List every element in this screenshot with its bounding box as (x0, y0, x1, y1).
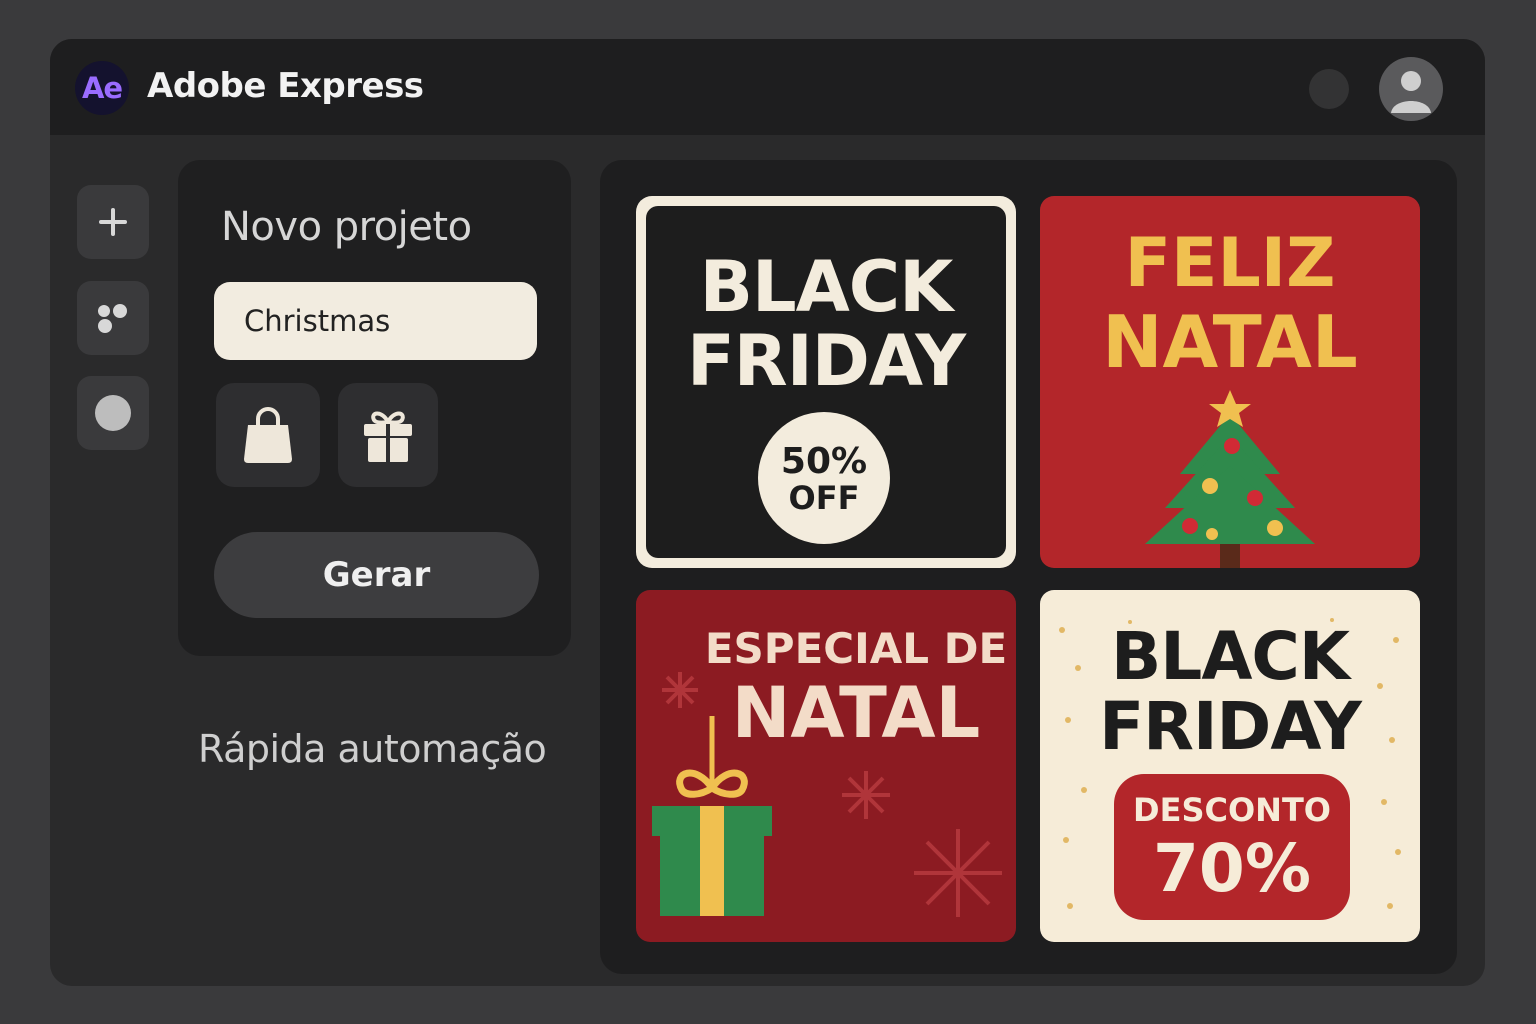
circle-icon (95, 395, 131, 431)
apps-button[interactable] (77, 281, 149, 355)
christmas-tree-icon (1145, 390, 1315, 568)
add-button[interactable] (77, 185, 149, 259)
template-card-especial-natal[interactable]: ESPECIAL DE NATAL (636, 590, 1016, 942)
gift-button[interactable] (338, 383, 438, 487)
template-gallery: BLACK FRIDAY 50% OFF FELIZ NATAL ESPECIA… (600, 160, 1457, 974)
shopping-bag-icon (244, 407, 292, 463)
card-headline: FELIZ (1124, 224, 1336, 303)
shopping-bag-button[interactable] (216, 383, 320, 487)
tagline: Rápida automação (198, 727, 547, 771)
shape-button[interactable] (77, 376, 149, 450)
badge-label: DESCONTO (1133, 791, 1331, 829)
badge-percent: 50% (780, 441, 868, 482)
generate-button[interactable]: Gerar (214, 532, 539, 618)
app-logo[interactable]: Ae (75, 61, 129, 115)
card-headline: NATAL (1102, 300, 1358, 384)
gift-box-icon (652, 716, 772, 916)
card-headline: ESPECIAL DE (704, 624, 1008, 673)
badge-percent: 70% (1153, 830, 1311, 907)
template-card-feliz-natal[interactable]: FELIZ NATAL (1040, 196, 1420, 568)
template-card-black-friday[interactable]: BLACK FRIDAY 50% OFF (636, 196, 1016, 568)
template-card-black-friday-desconto[interactable]: BLACK FRIDAY DESCONTO 70% (1040, 590, 1420, 942)
card-headline: BLACK (1110, 618, 1350, 695)
notification-dot-icon[interactable] (1309, 69, 1349, 109)
panel-title: Novo projeto (221, 204, 472, 250)
app-window: Ae Adobe Express Novo projeto Christmas … (50, 39, 1485, 986)
top-bar: Ae Adobe Express (50, 39, 1485, 135)
card-headline: BLACK (699, 246, 954, 328)
new-project-panel: Novo projeto Gerar (178, 160, 571, 656)
prompt-input[interactable] (214, 282, 537, 360)
dots-cluster-icon (98, 304, 127, 333)
card-headline: FRIDAY (686, 320, 966, 402)
badge-off: OFF (788, 479, 860, 517)
plus-icon (99, 208, 127, 236)
gift-icon (364, 411, 412, 462)
user-avatar-icon[interactable] (1379, 57, 1443, 121)
app-title: Adobe Express (147, 66, 424, 106)
card-headline: FRIDAY (1099, 688, 1362, 765)
